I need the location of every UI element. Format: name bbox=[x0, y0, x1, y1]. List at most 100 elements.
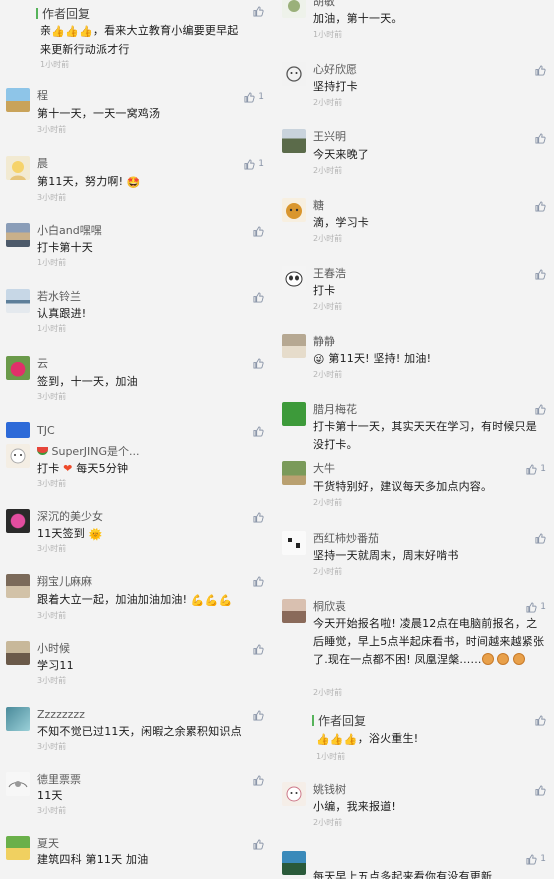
commenter-name: 胡敏 bbox=[313, 0, 335, 8]
comment-item: SuperJING是个... 打卡 ❤ 每天5分钟 3小时前 bbox=[0, 440, 272, 498]
comment-text: 坚持一天就周末，周末好啃书 bbox=[313, 549, 459, 562]
comment-time: 3小时前 bbox=[37, 611, 67, 620]
avatar[interactable] bbox=[6, 223, 30, 247]
comment-time: 2小时前 bbox=[313, 234, 343, 243]
like-button[interactable]: 1 bbox=[526, 853, 546, 865]
reply-author-name: 作者回复 bbox=[318, 714, 367, 728]
comment-time: 2小时前 bbox=[313, 688, 343, 697]
like-button[interactable] bbox=[253, 292, 264, 303]
like-button[interactable] bbox=[253, 576, 264, 587]
like-button[interactable] bbox=[253, 644, 264, 655]
comment-item: 胡敏 加油，第十一天。 1小时前 bbox=[276, 0, 554, 53]
avatar[interactable] bbox=[6, 444, 30, 468]
like-button[interactable] bbox=[253, 710, 264, 721]
commenter-name: SuperJING是个... bbox=[37, 445, 139, 459]
comment-text: 今天开始报名啦! 凌晨12点在电脑前报名，之后睡觉，早上5点半起床看书，时间越来… bbox=[313, 617, 545, 666]
avatar[interactable] bbox=[6, 88, 30, 112]
like-button[interactable] bbox=[253, 358, 264, 369]
comment-item: 西红柿炒番茄 坚持一天就周末，周末好啃书 2小时前 bbox=[276, 522, 554, 591]
thumbs-up-icon bbox=[253, 6, 264, 17]
avatar[interactable] bbox=[6, 289, 30, 313]
like-button[interactable] bbox=[253, 775, 264, 786]
avatar[interactable] bbox=[6, 156, 30, 180]
commenter-name: 德里票票 bbox=[37, 773, 81, 786]
like-button[interactable] bbox=[535, 269, 546, 280]
comment-item: 姚钱树 小编，我来报道! 2小时前 bbox=[276, 773, 554, 841]
comment-text: 签到，十一天，加油 bbox=[37, 375, 138, 388]
comment-text: 不知不觉已过11天，闲暇之余累积知识点 bbox=[37, 725, 242, 738]
comment-item: 小时候 学习11 3小时前 bbox=[0, 632, 272, 698]
thumbs-up-icon bbox=[535, 404, 546, 415]
avatar[interactable] bbox=[6, 836, 30, 860]
like-button[interactable] bbox=[253, 512, 264, 523]
comment-text: 打卡第十天 bbox=[37, 241, 93, 254]
like-count: 1 bbox=[258, 159, 264, 169]
like-button[interactable] bbox=[253, 426, 264, 437]
like-button[interactable] bbox=[253, 226, 264, 237]
comment-text: 11天签到 🌞 bbox=[37, 525, 248, 544]
avatar[interactable] bbox=[6, 707, 30, 731]
commenter-name: 深沉的美少女 bbox=[37, 510, 103, 523]
avatar[interactable] bbox=[282, 402, 306, 426]
comment-text: 11天 bbox=[37, 789, 63, 802]
avatar[interactable] bbox=[282, 0, 306, 18]
comment-text: 第11天，努力啊! 🤩 bbox=[37, 173, 248, 192]
commenter-name: 若水铃兰 bbox=[37, 290, 81, 303]
thumbs-up-icon bbox=[253, 710, 264, 721]
like-button[interactable]: 1 bbox=[244, 91, 264, 103]
like-count: 1 bbox=[540, 602, 546, 612]
avatar[interactable] bbox=[6, 422, 30, 438]
author-reply: 作者回复 亲👍👍👍，看来大立教育小编要更早起来更新行动派才行 1小时前 bbox=[0, 0, 272, 80]
comment-text: 打卡第十一天，其实天天在学习，有时候只是没打卡。 bbox=[313, 420, 537, 451]
avatar[interactable] bbox=[282, 334, 306, 358]
like-button[interactable] bbox=[535, 715, 546, 726]
like-button[interactable] bbox=[535, 404, 546, 415]
comment-item: 桐欣袁 今天开始报名啦! 凌晨12点在电脑前报名，之后睡觉，早上5点半起床看书，… bbox=[276, 591, 554, 705]
comment-item: 程 第十一天，一天一窝鸡汤 3小时前 1 bbox=[0, 80, 272, 146]
like-button[interactable] bbox=[535, 201, 546, 212]
comment-item: 王春浩 打卡 2小时前 bbox=[276, 257, 554, 325]
comment-time: 1小时前 bbox=[37, 258, 67, 267]
muscle-emoji: 💪💪💪 bbox=[190, 594, 233, 607]
comment-text: 第十一天，一天一窝鸡汤 bbox=[37, 107, 161, 120]
comment-item: 翔宝儿麻麻 跟着大立一起，加油加油加油! 💪💪💪 3小时前 bbox=[0, 564, 272, 632]
avatar[interactable] bbox=[282, 531, 306, 555]
thumbs-up-icon bbox=[535, 65, 546, 76]
avatar[interactable] bbox=[282, 129, 306, 153]
like-button[interactable] bbox=[535, 65, 546, 76]
avatar[interactable] bbox=[282, 461, 306, 485]
like-button[interactable] bbox=[253, 6, 264, 17]
like-button[interactable]: 1 bbox=[526, 463, 546, 475]
thumbs-up-icon bbox=[526, 463, 537, 475]
commenter-name: 小时候 bbox=[37, 642, 70, 655]
comment-time: 2小时前 bbox=[313, 818, 343, 827]
author-reply: 作者回复 👍👍👍，浴火重生! 1小时前 bbox=[276, 705, 554, 773]
comment-text: 今天来晚了 bbox=[313, 148, 369, 161]
comment-time: 3小时前 bbox=[37, 742, 67, 751]
cookie-emoji bbox=[497, 653, 510, 665]
avatar[interactable] bbox=[282, 851, 306, 875]
commenter-name: 程 bbox=[37, 89, 48, 102]
like-button[interactable] bbox=[535, 133, 546, 144]
avatar[interactable] bbox=[282, 266, 306, 290]
avatar[interactable] bbox=[6, 641, 30, 665]
like-count: 1 bbox=[540, 854, 546, 864]
avatar[interactable] bbox=[282, 599, 306, 623]
avatar[interactable] bbox=[6, 772, 30, 796]
avatar[interactable] bbox=[282, 782, 306, 806]
like-button[interactable]: 1 bbox=[244, 158, 264, 170]
sun-emoji: 🌞 bbox=[88, 528, 103, 541]
commenter-name: 姚钱树 bbox=[313, 783, 346, 796]
comment-item: 静静 😜 第11天! 坚持! 加油! 2小时前 bbox=[276, 325, 554, 393]
avatar[interactable] bbox=[6, 509, 30, 533]
like-button[interactable] bbox=[535, 533, 546, 544]
like-button[interactable]: 1 bbox=[526, 601, 546, 613]
avatar[interactable] bbox=[282, 62, 306, 86]
like-count: 1 bbox=[540, 464, 546, 474]
avatar[interactable] bbox=[282, 198, 306, 222]
like-button[interactable] bbox=[535, 785, 546, 796]
like-button[interactable] bbox=[253, 839, 264, 850]
reply-time: 1小时前 bbox=[40, 60, 70, 69]
avatar[interactable] bbox=[6, 356, 30, 380]
avatar[interactable] bbox=[6, 574, 30, 598]
